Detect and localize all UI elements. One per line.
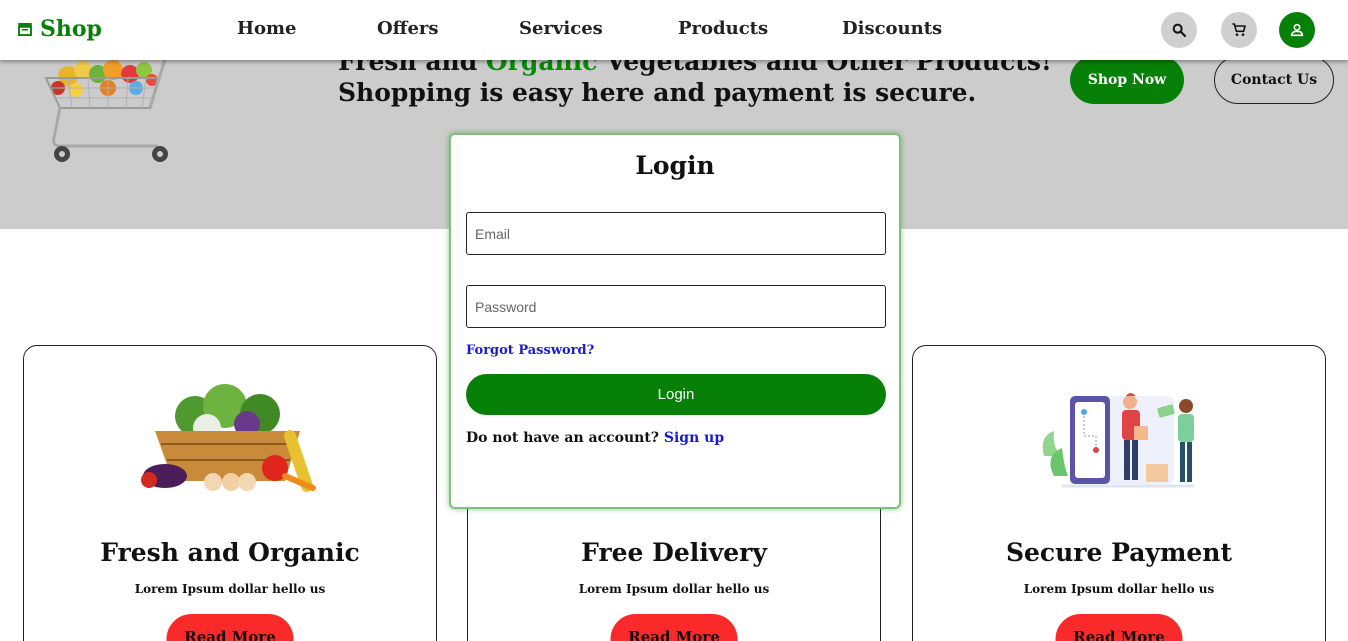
secure-payment-illustration [1042,393,1194,488]
read-more-button[interactable]: Read More [166,614,294,641]
card-description: Lorem Ipsum dollar hello us [134,582,326,596]
top-navbar: Shop Home Offers Services Products Disco… [0,0,1348,60]
email-field[interactable] [466,212,886,255]
login-modal: Login Forgot Password? Login Do not have… [449,133,901,509]
nav-link-home[interactable]: Home [237,18,297,39]
forgot-password-link[interactable]: Forgot Password? [466,343,594,358]
contact-us-button[interactable]: Contact Us [1214,56,1334,104]
password-field[interactable] [466,285,886,328]
card-title: Secure Payment [1005,538,1233,567]
shop-now-button[interactable]: Shop Now [1070,56,1184,104]
hero-line2: Shopping is easy here and payment is sec… [338,78,977,107]
read-more-button[interactable]: Read More [610,614,738,641]
card-title: Free Delivery [581,538,767,567]
store-icon [18,23,32,36]
nav-link-services[interactable]: Services [519,18,603,39]
nav-link-discounts[interactable]: Discounts [842,18,942,39]
card-description: Lorem Ipsum dollar hello us [1023,582,1215,596]
cart-button[interactable] [1221,12,1257,48]
search-icon [1172,23,1187,38]
user-icon [1290,23,1304,37]
cart-icon [1232,23,1246,36]
feature-card-payment: Secure Payment Lorem Ipsum dollar hello … [912,345,1326,641]
account-button[interactable] [1279,12,1315,48]
read-more-button[interactable]: Read More [1055,614,1183,641]
nav-link-offers[interactable]: Offers [377,18,439,39]
signup-prompt: Do not have an account? Sign up [466,430,724,446]
signup-link[interactable]: Sign up [664,430,724,446]
feature-card-fresh: Fresh and Organic Lorem Ipsum dollar hel… [23,345,437,641]
vegetable-basket-image [141,384,316,492]
search-button[interactable] [1161,12,1197,48]
brand-name: Shop [40,16,102,42]
login-title: Login [635,151,715,180]
shopping-cart-image [44,54,176,162]
brand-logo[interactable]: Shop [16,16,102,42]
no-account-text: Do not have an account? [466,430,659,446]
card-description: Lorem Ipsum dollar hello us [578,582,770,596]
login-button[interactable]: Login [466,374,886,415]
card-title: Fresh and Organic [100,538,360,567]
nav-link-products[interactable]: Products [678,18,768,39]
